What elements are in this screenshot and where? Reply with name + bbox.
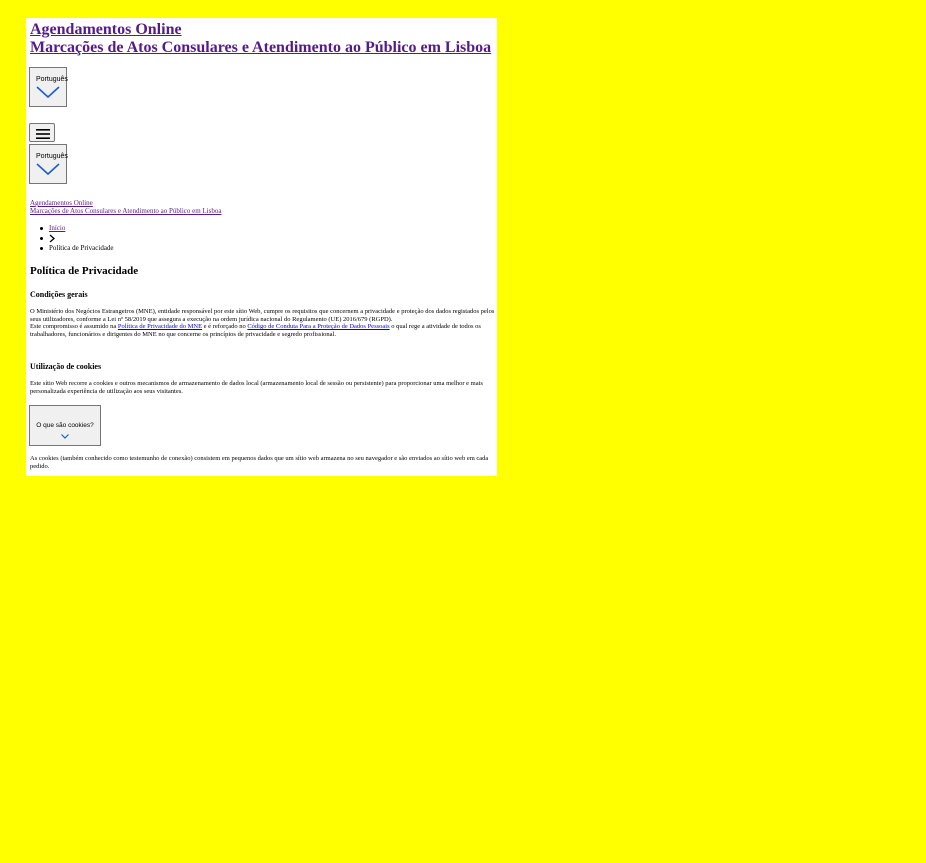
chevron-right-icon [49,234,55,243]
cookies-text: Este sítio Web recorre a cookies e outro… [30,380,483,395]
chevron-down-icon [61,433,69,439]
breadcrumb-home-link[interactable]: Início [49,224,65,232]
privacy-policy-link[interactable]: Política de Privacidade do MNE [118,323,202,330]
what-are-cookies-button[interactable]: O que são cookies? [29,405,101,446]
breadcrumb: Início Política de Privacidade [30,223,114,253]
section-heading-cookies: Utilização de cookies [30,362,102,371]
general-conditions-para1: O Ministério dos Negócios Estrangeiros (… [30,308,495,323]
menu-button[interactable] [29,123,55,142]
breadcrumb-separator [30,233,114,243]
chevron-down-icon [36,86,60,99]
section-heading-general: Condições gerais [30,290,88,299]
code-of-conduct-link[interactable]: Código de Conduta Para a Proteção de Dad… [247,323,389,330]
chevron-down-icon [36,163,60,176]
language-label: Português [36,153,68,160]
general-conditions-text: O Ministério dos Negócios Estrangeiros (… [30,308,496,338]
page-container: Agendamentos Online Marcações de Atos Co… [26,18,497,476]
what-are-cookies-label: O que são cookies? [36,421,94,429]
general-conditions-para2-before: Este compromisso é assumido na [30,323,118,331]
site-title-link-line2[interactable]: Marcações de Atos Consulares e Atendimen… [30,39,491,56]
secondary-title-link-line2[interactable]: Marcações de Atos Consulares e Atendimen… [30,207,222,215]
hamburger-icon [36,128,50,139]
cookies-definition-text: As cookies (também conhecido como testem… [30,455,489,470]
language-selector-mobile[interactable]: Português [29,144,68,184]
site-title-link-line1[interactable]: Agendamentos Online [30,21,182,38]
page-title: Política de Privacidade [30,265,139,277]
general-conditions-para2-middle: e é reforçado no [202,323,248,331]
breadcrumb-item-current: Política de Privacidade [30,243,114,253]
secondary-title-link-line1[interactable]: Agendamentos Online [30,199,222,207]
site-title: Agendamentos Online Marcações de Atos Co… [30,21,491,57]
breadcrumb-item-home: Início [30,223,114,233]
language-label: Português [36,76,68,83]
language-selector[interactable]: Português [29,67,68,107]
secondary-title: Agendamentos Online Marcações de Atos Co… [30,199,222,215]
